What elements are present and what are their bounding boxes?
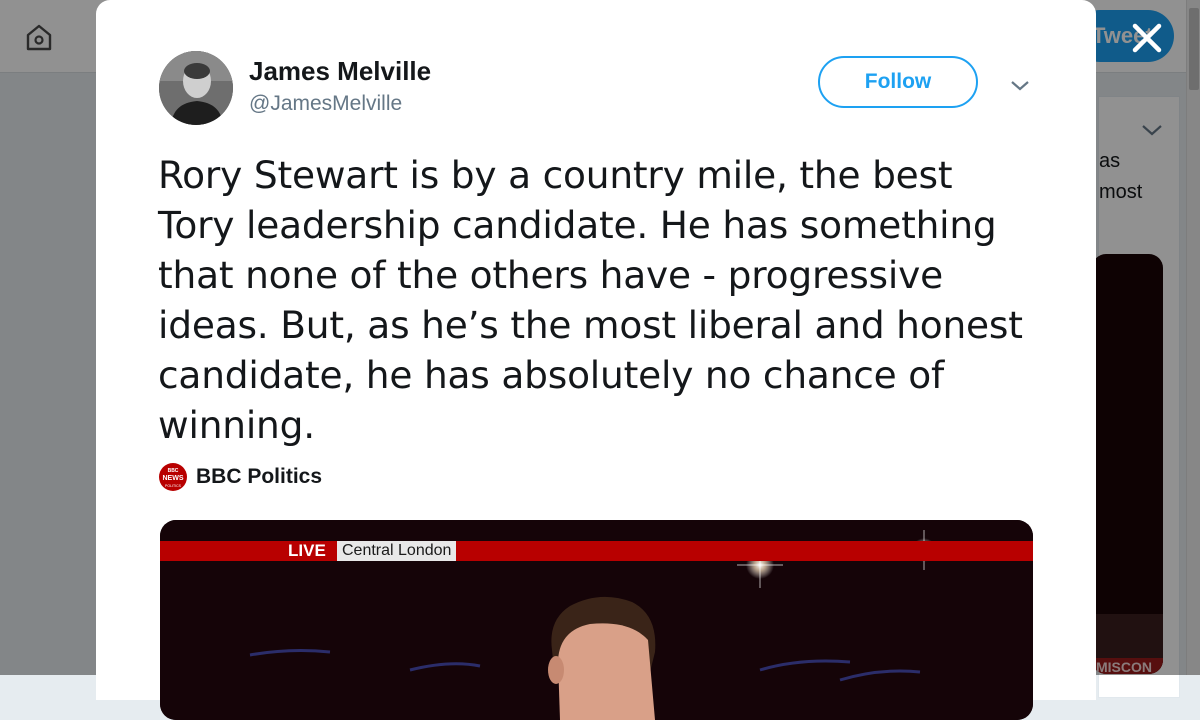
- video-player[interactable]: LIVE Central London: [160, 520, 1033, 720]
- avatar[interactable]: [159, 51, 233, 125]
- follow-button[interactable]: Follow: [818, 56, 978, 108]
- avatar-image: [159, 51, 233, 125]
- logo-text-news: NEWS: [163, 475, 184, 482]
- tweet-text-line: that none of the others have - progressi…: [158, 253, 943, 297]
- logo-text-bbc: BBC: [168, 468, 179, 474]
- tweet-text-line: ideas. But, as he’s the most liberal and…: [158, 303, 1023, 347]
- close-icon[interactable]: [1125, 16, 1169, 60]
- logo-text-politics: POLITICS: [165, 484, 182, 488]
- tweet-text-line: Rory Stewart is by a country mile, the b…: [158, 153, 953, 197]
- tweet-text: Rory Stewart is by a country mile, the b…: [158, 150, 1058, 450]
- bbc-news-logo: BBC NEWS POLITICS: [159, 463, 187, 491]
- author-display-name[interactable]: James Melville: [249, 56, 431, 87]
- tweet-modal: James Melville @JamesMelville Follow Ror…: [96, 0, 1096, 720]
- author-screen-name[interactable]: @JamesMelville: [249, 92, 402, 116]
- live-location: Central London: [337, 541, 457, 561]
- chevron-down-icon[interactable]: [1008, 76, 1032, 96]
- live-label: LIVE: [288, 541, 326, 560]
- tweet-text-line: candidate, he has absolutely no chance o…: [158, 353, 945, 397]
- media-source-name[interactable]: BBC Politics: [196, 465, 322, 489]
- tweet-text-line: Tory leadership candidate. He has someth…: [158, 203, 997, 247]
- tweet-text-line: winning.: [158, 403, 315, 447]
